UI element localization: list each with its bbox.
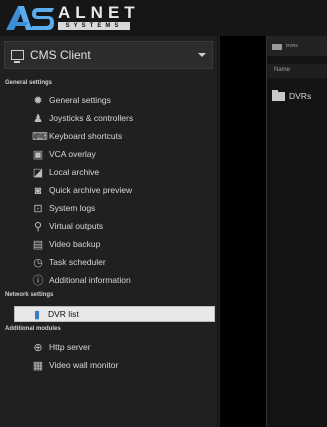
list-item[interactable]: DVRs: [267, 89, 327, 103]
terminal-icon: ⊡: [33, 203, 43, 215]
menu-item-virtual-outputs[interactable]: ⚲ Virtual outputs: [16, 219, 216, 235]
menu-item-label: Video backup: [49, 239, 101, 249]
alnet-logo-icon: [6, 6, 54, 30]
menu-item-local-archive[interactable]: ◪ Local archive: [16, 165, 216, 181]
clock-icon: ◷: [33, 257, 43, 269]
gear-icon: ✹: [33, 95, 43, 107]
column-header-label: Name: [274, 67, 291, 73]
menu-item-label: Local archive: [49, 167, 100, 177]
menu-item-joysticks[interactable]: ♟ Joysticks & controllers: [16, 111, 216, 127]
menu-item-label: DVR list: [48, 309, 79, 319]
menu-item-video-wall-monitor[interactable]: ▦ Video wall monitor: [16, 358, 216, 374]
menu-item-system-logs[interactable]: ⊡ System logs: [16, 201, 216, 217]
breadcrumb: DVRs: [267, 36, 327, 56]
column-header-name[interactable]: Name: [267, 64, 327, 78]
preview-icon: ◙: [34, 185, 42, 197]
monitor-icon: [11, 50, 24, 63]
output-icon: ⚲: [33, 221, 43, 233]
menu-item-vca-overlay[interactable]: ▣ VCA overlay: [16, 147, 216, 163]
menu-item-general-settings[interactable]: ✹ General settings: [16, 93, 216, 109]
menu-item-label: Video wall monitor: [49, 360, 119, 370]
menu-item-task-scheduler[interactable]: ◷ Task scheduler: [16, 255, 216, 271]
menu-item-keyboard-shortcuts[interactable]: ⌨ Keyboard shortcuts: [16, 129, 216, 145]
brand-subtitle: SYSTEMS: [58, 22, 130, 30]
joystick-icon: ♟: [33, 113, 43, 125]
vca-icon: ▣: [32, 149, 44, 161]
settings-sidebar: CMS Client General settings ✹ General se…: [0, 36, 218, 427]
menu-item-quick-archive-preview[interactable]: ◙ Quick archive preview: [16, 183, 216, 199]
dvr-list-panel: DVRs Name DVRs: [266, 36, 327, 427]
client-selector-label: CMS Client: [30, 48, 91, 62]
backup-icon: ▤: [32, 239, 44, 251]
dvr-icon: ▮: [33, 309, 41, 321]
menu-item-video-backup[interactable]: ▤ Video backup: [16, 237, 216, 253]
list-item-label: DVRs: [289, 91, 312, 101]
menu-item-label: Joysticks & controllers: [49, 113, 134, 123]
menu-item-dvr-list[interactable]: ▮ DVR list: [14, 306, 215, 322]
folder-icon: [272, 44, 282, 50]
chevron-down-icon: [198, 53, 206, 57]
menu-item-label: Http server: [49, 342, 91, 352]
globe-icon: ⊕: [33, 342, 43, 354]
menu-item-label: Additional information: [49, 275, 131, 285]
menu-item-additional-information[interactable]: ⓘ Additional information: [16, 273, 216, 289]
keyboard-icon: ⌨: [32, 131, 48, 143]
menu-item-label: General settings: [49, 95, 111, 105]
menu-item-label: Quick archive preview: [49, 185, 133, 195]
folder-icon: [272, 90, 285, 101]
archive-icon: ◪: [32, 167, 44, 179]
info-icon: ⓘ: [32, 275, 44, 287]
breadcrumb-label: DVRs: [286, 43, 298, 48]
panel-divider: [220, 36, 266, 427]
section-general-settings: General settings: [5, 80, 53, 86]
section-network-settings: Network settings: [5, 292, 54, 298]
menu-item-label: VCA overlay: [49, 149, 96, 159]
grid-icon: ▦: [32, 360, 44, 372]
header-bar: ALNET SYSTEMS: [0, 0, 327, 36]
brand-name: ALNET: [58, 3, 140, 22]
section-additional-modules: Additional modules: [5, 326, 61, 332]
menu-item-http-server[interactable]: ⊕ Http server: [16, 340, 216, 356]
client-selector[interactable]: CMS Client: [4, 41, 213, 69]
menu-item-label: Virtual outputs: [49, 221, 104, 231]
menu-item-label: Keyboard shortcuts: [49, 131, 123, 141]
menu-item-label: System logs: [49, 203, 96, 213]
menu-item-label: Task scheduler: [49, 257, 106, 267]
